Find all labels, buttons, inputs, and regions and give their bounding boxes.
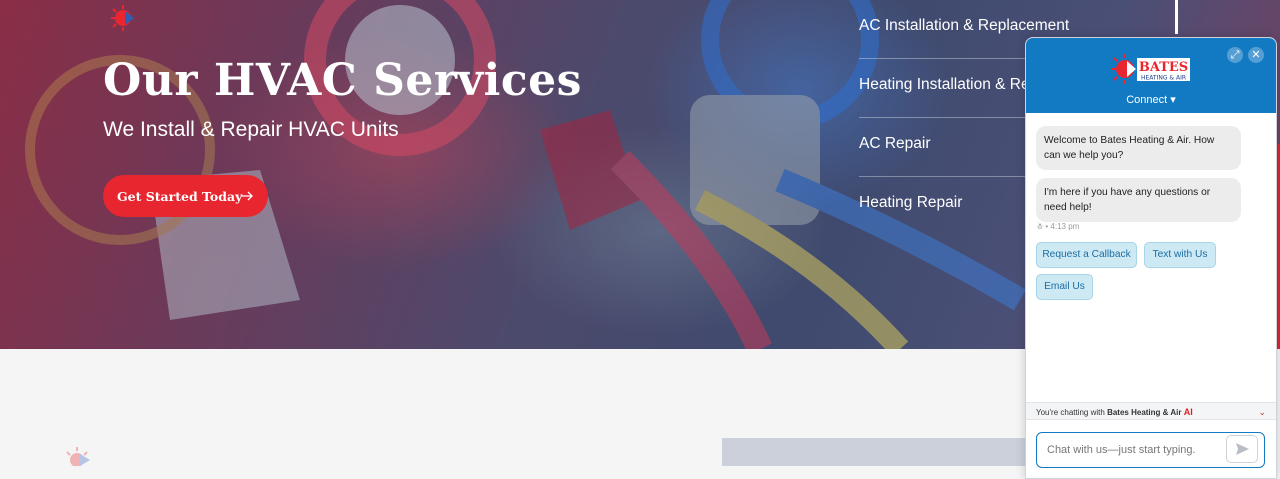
send-icon [1236, 443, 1249, 455]
ai-badge: AI [1183, 407, 1193, 417]
bates-logo-icon: BATES HEATING & AIR [1111, 54, 1190, 84]
chat-input-placeholder: Chat with us—just start typing. [1047, 444, 1196, 456]
chat-message: Welcome to Bates Heating & Air. How can … [1036, 126, 1241, 170]
message-timestamp: 4:13 pm [1050, 222, 1080, 231]
get-started-label: Get Started Today [117, 188, 243, 204]
connect-label: Connect [1126, 94, 1168, 106]
arrow-right-icon [241, 191, 253, 201]
text-with-us-button[interactable]: Text with Us [1144, 242, 1216, 268]
bates-logo-tagline: HEATING & AIR [1141, 75, 1186, 82]
section-logo-icon [66, 447, 90, 466]
agent-avatar-icon: ☃ [1036, 222, 1044, 231]
chatting-with-bar[interactable]: You're chatting with Bates Heating & Air… [1026, 402, 1276, 420]
request-callback-button[interactable]: Request a Callback [1036, 242, 1137, 268]
hero-subtitle: We Install & Repair HVAC Units [103, 118, 399, 141]
close-button[interactable]: ✕ [1248, 47, 1264, 63]
divider-line [1175, 0, 1178, 34]
send-button[interactable] [1226, 435, 1258, 463]
brand-logo-icon [111, 5, 134, 31]
chat-input[interactable]: Chat with us—just start typing. [1036, 432, 1265, 468]
chat-widget: BATES HEATING & AIR Connect ▾ ⤢ ✕ Welcom… [1025, 37, 1277, 479]
minimize-button[interactable]: ⤢ [1227, 47, 1243, 63]
email-us-button[interactable]: Email Us [1036, 274, 1093, 300]
chevron-down-icon: ▾ [1167, 94, 1176, 106]
get-started-button[interactable]: Get Started Today [103, 175, 268, 217]
chat-message: I'm here if you have any questions or ne… [1036, 178, 1241, 222]
message-meta: ☃ • 4:13 pm [1036, 222, 1080, 231]
close-icon: ✕ [1251, 49, 1261, 61]
chevron-down-icon: ⌄ [1258, 407, 1266, 417]
content-image-placeholder [722, 438, 1032, 466]
bates-logo-wordmark: BATES [1139, 60, 1188, 75]
chat-header: BATES HEATING & AIR Connect ▾ ⤢ ✕ [1026, 38, 1276, 113]
chatting-prefix: You're chatting with [1036, 408, 1105, 417]
connect-dropdown[interactable]: Connect ▾ [1026, 93, 1276, 106]
page-title: Our HVAC Services [103, 55, 582, 106]
minimize-icon: ⤢ [1230, 49, 1240, 61]
chatting-name: Bates Heating & Air [1107, 408, 1182, 417]
